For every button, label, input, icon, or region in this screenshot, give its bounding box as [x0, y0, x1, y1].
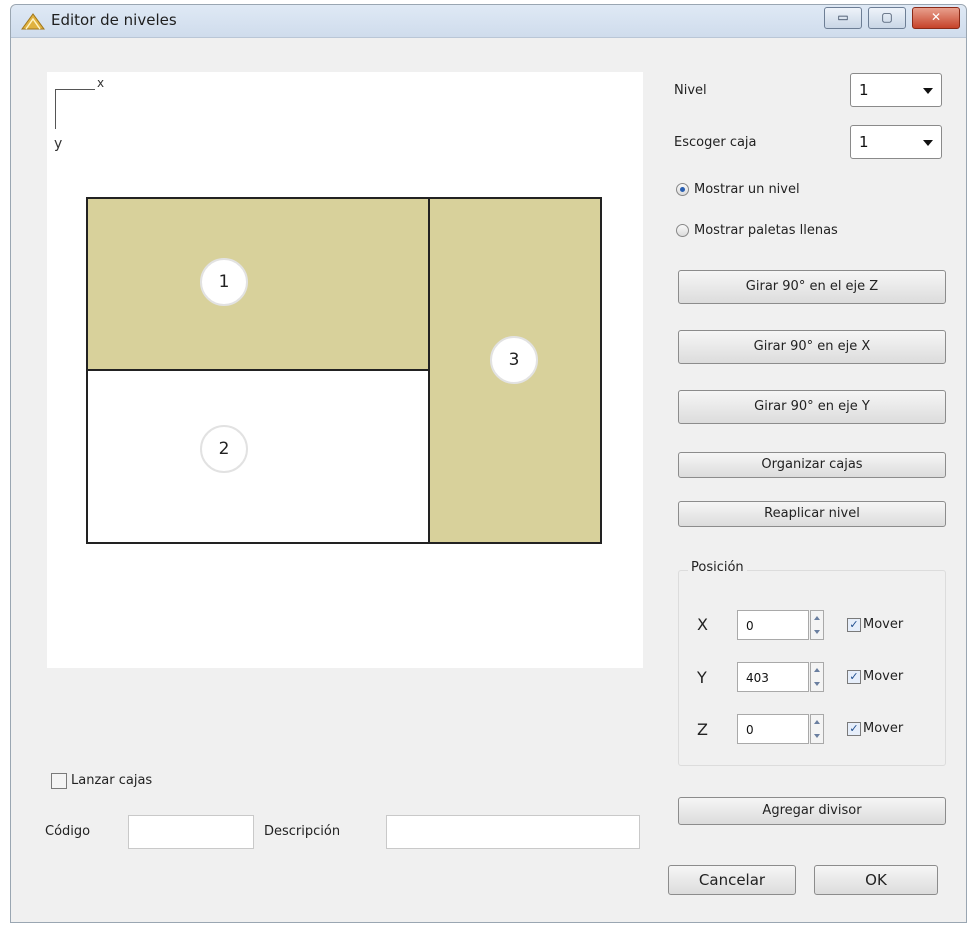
- escoger-caja-label: Escoger caja: [674, 135, 757, 150]
- spin-down-icon: [814, 734, 820, 738]
- box-1-label: 1: [200, 258, 248, 306]
- y-axis-line: [55, 89, 56, 129]
- y-coord-input[interactable]: 403: [737, 662, 809, 692]
- nivel-select[interactable]: 1: [850, 73, 942, 107]
- z-mover-label: Mover: [863, 721, 904, 736]
- maximize-icon: ▢: [881, 10, 893, 24]
- box-1[interactable]: 1: [86, 197, 430, 372]
- dropdown-arrow-icon: [923, 140, 933, 146]
- box-2[interactable]: 2: [86, 369, 430, 544]
- descripcion-label: Descripción: [264, 824, 341, 839]
- window-title: Editor de niveles: [51, 11, 177, 29]
- radio-show-level[interactable]: Mostrar un nivel: [676, 181, 876, 201]
- spin-up-icon: [814, 720, 820, 724]
- maximize-button[interactable]: ▢: [868, 7, 906, 29]
- title-bar[interactable]: Editor de niveles ▭ ▢ ✕: [11, 5, 966, 38]
- z-coord-label: Z: [697, 720, 708, 739]
- radio-show-level-label: Mostrar un nivel: [694, 182, 800, 197]
- box-3[interactable]: 3: [428, 197, 602, 544]
- box-2-label: 2: [200, 425, 248, 473]
- level-editor-window: Editor de niveles ▭ ▢ ✕ x y 1 2 3 Nivel …: [10, 4, 967, 923]
- nivel-select-value: 1: [859, 81, 869, 99]
- escoger-caja-select[interactable]: 1: [850, 125, 942, 159]
- ok-button[interactable]: OK: [814, 865, 938, 895]
- radio-button-checked[interactable]: [676, 183, 689, 196]
- spin-down-icon: [814, 682, 820, 686]
- minimize-icon: ▭: [837, 10, 849, 24]
- reapply-level-button[interactable]: Reaplicar nivel: [678, 501, 946, 527]
- organize-boxes-button[interactable]: Organizar cajas: [678, 452, 946, 478]
- x-coord-label: X: [697, 615, 708, 634]
- spin-up-icon: [814, 616, 820, 620]
- position-group-title: Posición: [688, 560, 747, 575]
- spin-up-icon: [814, 668, 820, 672]
- add-divider-button[interactable]: Agregar divisor: [678, 797, 946, 825]
- app-icon: [21, 13, 45, 30]
- y-coord-label: Y: [697, 668, 707, 687]
- radio-show-full-label: Mostrar paletas llenas: [694, 223, 838, 238]
- close-icon: ✕: [930, 10, 942, 24]
- y-mover-checkbox[interactable]: ✓: [847, 670, 861, 684]
- x-mover-label: Mover: [863, 617, 904, 632]
- close-button[interactable]: ✕: [912, 7, 960, 29]
- cancel-button[interactable]: Cancelar: [668, 865, 796, 895]
- codigo-label: Código: [45, 824, 91, 839]
- minimize-button[interactable]: ▭: [824, 7, 862, 29]
- radio-button[interactable]: [676, 224, 689, 237]
- rotate-x-button[interactable]: Girar 90° en eje X: [678, 330, 946, 364]
- lanzar-cajas-label: Lanzar cajas: [71, 773, 153, 788]
- codigo-input[interactable]: [128, 815, 254, 849]
- lanzar-cajas-checkbox[interactable]: [51, 773, 67, 789]
- rotate-y-button[interactable]: Girar 90° en eje Y: [678, 390, 946, 424]
- box-3-label: 3: [490, 336, 538, 384]
- z-coord-spinner[interactable]: [810, 714, 824, 744]
- radio-show-full-pallets[interactable]: Mostrar paletas llenas: [676, 222, 896, 242]
- y-mover-label: Mover: [863, 669, 904, 684]
- y-coord-spinner[interactable]: [810, 662, 824, 692]
- dropdown-arrow-icon: [923, 88, 933, 94]
- x-axis-label: x: [97, 76, 105, 90]
- x-mover-checkbox[interactable]: ✓: [847, 618, 861, 632]
- y-axis-label: y: [54, 136, 63, 152]
- x-coord-spinner[interactable]: [810, 610, 824, 640]
- escoger-caja-select-value: 1: [859, 133, 869, 151]
- spin-down-icon: [814, 630, 820, 634]
- z-coord-input[interactable]: 0: [737, 714, 809, 744]
- descripcion-input[interactable]: [386, 815, 640, 849]
- z-mover-checkbox[interactable]: ✓: [847, 722, 861, 736]
- nivel-label: Nivel: [674, 83, 707, 98]
- rotate-z-button[interactable]: Girar 90° en el eje Z: [678, 270, 946, 304]
- x-coord-input[interactable]: 0: [737, 610, 809, 640]
- level-canvas[interactable]: x y 1 2 3: [47, 72, 643, 668]
- x-axis-line: [55, 89, 95, 90]
